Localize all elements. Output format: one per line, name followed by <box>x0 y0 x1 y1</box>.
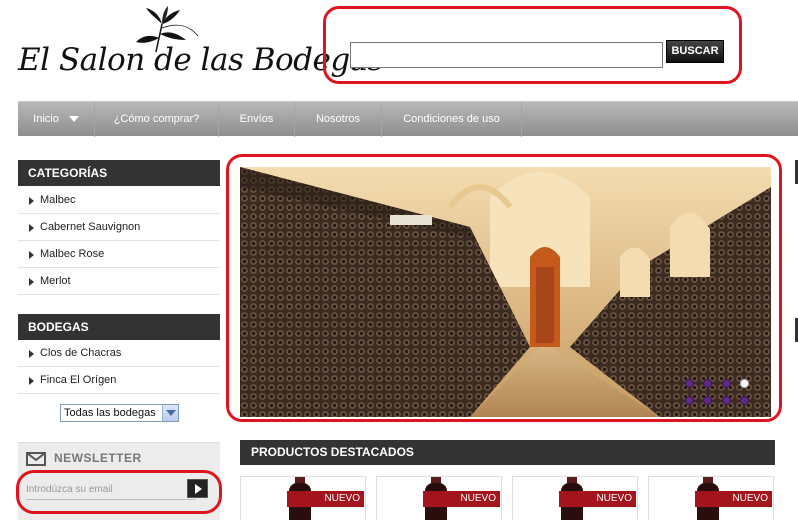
category-item-cabernet[interactable]: Cabernet Sauvignon <box>18 214 220 241</box>
nav-item-envios[interactable]: Envíos <box>219 102 295 137</box>
new-badge: NUEVO <box>423 491 500 507</box>
product-card[interactable]: NUEVO <box>512 476 638 520</box>
nav-item-condiciones[interactable]: Condiciones de uso <box>382 102 522 137</box>
category-label: Malbec Rose <box>40 248 105 260</box>
envelope-icon <box>26 452 46 466</box>
new-badge: NUEVO <box>695 491 772 507</box>
triangle-right-icon <box>29 350 34 358</box>
bodegas-select[interactable]: Todas las bodegas <box>60 404 179 422</box>
categories-title: CATEGORÍAS <box>18 160 220 186</box>
category-label: Malbec <box>40 194 76 206</box>
category-item-malbec[interactable]: Malbec <box>18 187 220 214</box>
nav-item-nosotros[interactable]: Nosotros <box>295 102 382 137</box>
triangle-right-icon <box>29 224 34 232</box>
bodega-item-clos-de-chacras[interactable]: Clos de Chacras <box>18 340 220 367</box>
product-card[interactable]: NUEVO <box>376 476 502 520</box>
bodega-item-finca-el-origen[interactable]: Finca El Orígen <box>18 367 220 394</box>
product-card[interactable]: NUEVO <box>240 476 366 520</box>
main-nav: Inicio ¿Cómo comprar? Envíos Nosotros Co… <box>18 101 798 137</box>
dropdown-arrow-icon[interactable] <box>162 405 178 421</box>
featured-products-title: PRODUCTOS DESTACADOS <box>240 440 775 465</box>
highlight-search <box>323 6 742 84</box>
nav-item-como-comprar[interactable]: ¿Cómo comprar? <box>95 102 219 137</box>
newsletter-title: NEWSLETTER <box>54 451 142 465</box>
new-badge: NUEVO <box>287 491 364 507</box>
bodegas-title: BODEGAS <box>18 314 220 340</box>
category-item-malbec-rose[interactable]: Malbec Rose <box>18 241 220 268</box>
category-label: Cabernet Sauvignon <box>40 221 141 233</box>
new-badge: NUEVO <box>559 491 636 507</box>
highlight-newsletter <box>16 470 222 514</box>
highlight-slider <box>226 154 782 422</box>
triangle-right-icon <box>29 278 34 286</box>
nav-item-label: Envíos <box>239 113 274 125</box>
triangle-right-icon <box>29 377 34 385</box>
nav-item-label: Condiciones de uso <box>403 113 500 125</box>
bodega-label: Clos de Chacras <box>40 347 122 359</box>
category-item-merlot[interactable]: Merlot <box>18 268 220 295</box>
site-logo[interactable]: El Salon de las Bodegas <box>18 4 384 90</box>
triangle-right-icon <box>29 197 34 205</box>
nav-item-label: Inicio <box>33 113 59 125</box>
product-card[interactable]: NUEVO <box>648 476 774 520</box>
category-label: Merlot <box>40 275 71 287</box>
select-value: Todas las bodegas <box>64 407 156 419</box>
nav-item-label: ¿Cómo comprar? <box>113 113 200 125</box>
caret-down-icon <box>68 116 79 123</box>
triangle-right-icon <box>29 251 34 259</box>
nav-item-inicio[interactable]: Inicio <box>18 102 95 137</box>
nav-item-label: Nosotros <box>315 113 361 125</box>
bodega-label: Finca El Orígen <box>40 374 117 386</box>
